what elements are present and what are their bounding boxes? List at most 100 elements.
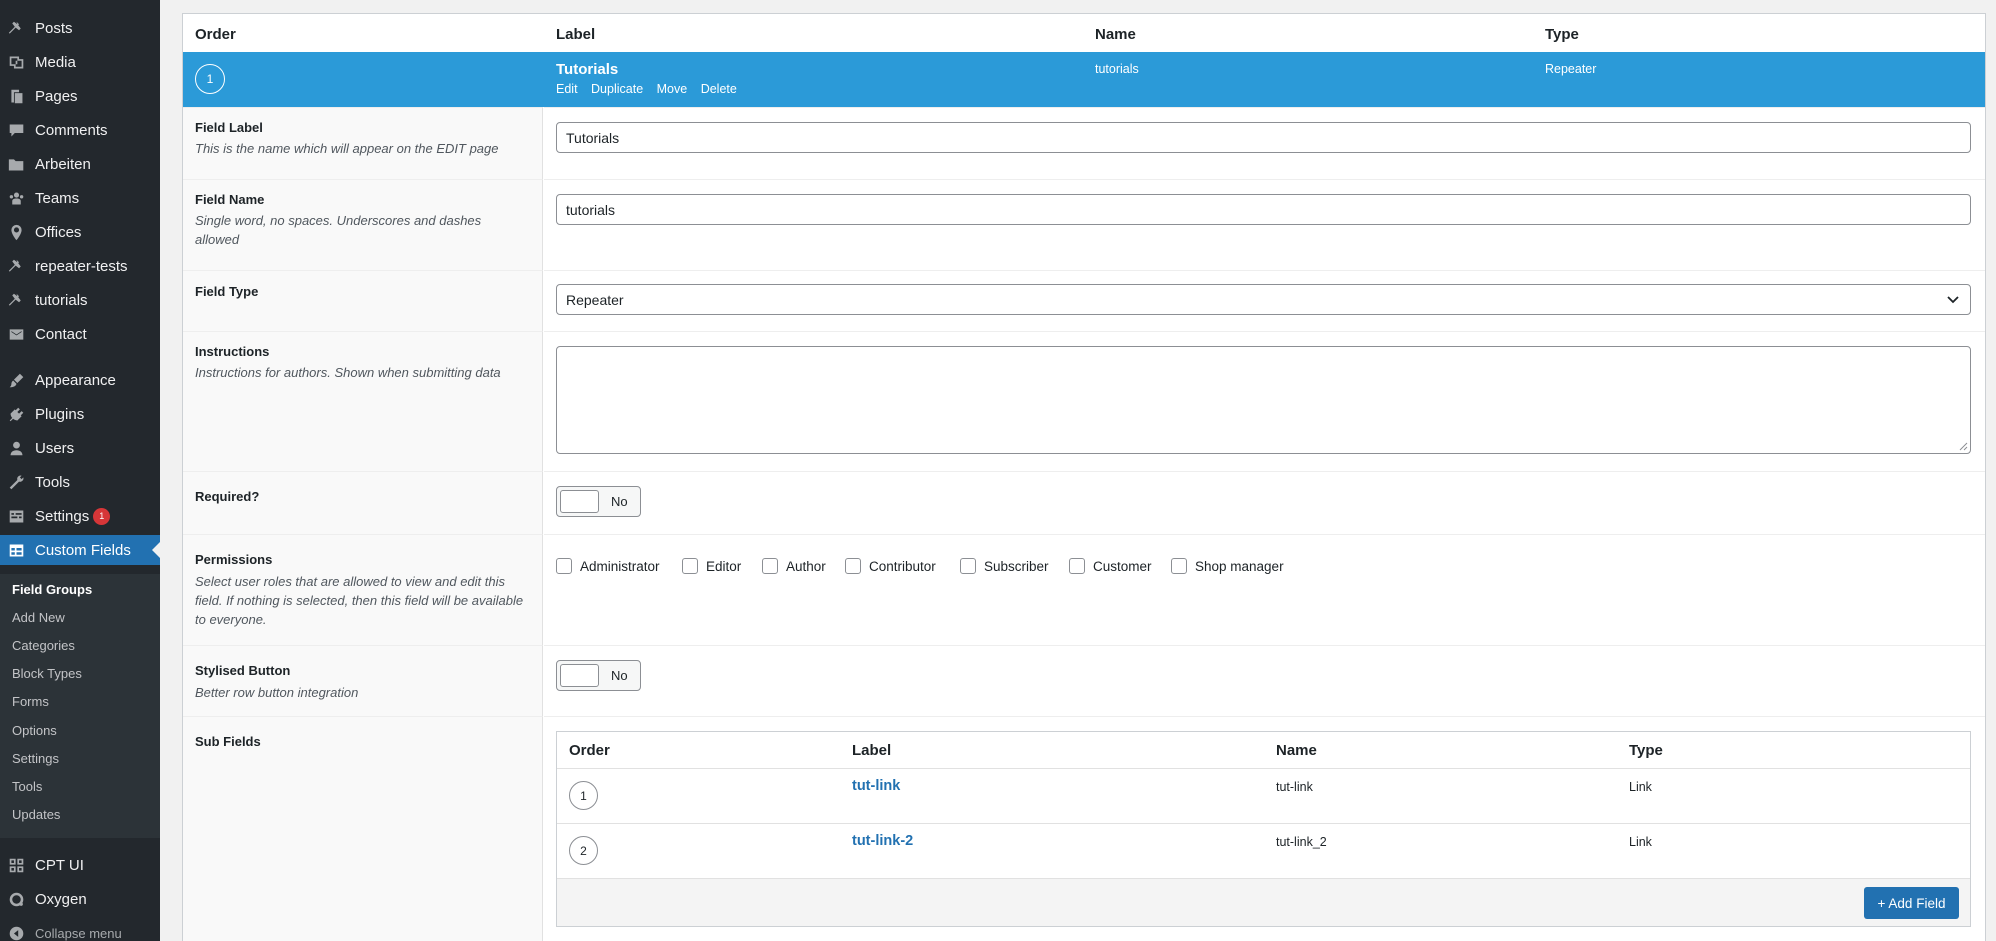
role-shop-manager[interactable]: Shop manager [1171,558,1284,574]
pages-icon [8,88,25,105]
menu-item-tools[interactable]: Tools [0,467,160,497]
menu-item-custom-fields[interactable]: Custom Fields [0,535,160,565]
edit-field-link[interactable]: Edit [556,82,578,96]
table-row[interactable]: 2 tut-link-2 tut-link_2 Link [557,823,1970,878]
column-header-type: Type [1545,26,1579,43]
checkbox[interactable] [960,558,976,574]
submenu-categories[interactable]: Categories [12,638,75,653]
instructions-title: Instructions [195,344,270,359]
delete-field-link[interactable]: Delete [701,82,737,96]
table-row[interactable]: 1 tut-link tut-link Link [557,768,1970,823]
menu-item-oxygen[interactable]: Oxygen [0,884,160,914]
field-title[interactable]: Tutorials [556,61,618,78]
setting-value-permissions: Administrator Editor Author Contributor … [544,534,1985,645]
user-icon [8,440,25,457]
menu-item-users[interactable]: Users [0,433,160,463]
settings-label: Settings [35,507,90,525]
instructions-textarea[interactable] [556,346,1971,454]
update-count-badge: 1 [93,507,111,525]
checkbox[interactable] [845,558,861,574]
submenu-field-groups[interactable]: Field Groups [12,582,92,597]
role-subscriber[interactable]: Subscriber [960,558,1049,574]
menu-item-cpt-ui[interactable]: CPT UI [0,850,160,880]
toggle-knob [560,664,599,687]
menu-item-comments[interactable]: Comments [0,115,160,145]
field-name-title: Field Name [195,192,265,207]
sub-field-label-link[interactable]: tut-link [852,778,900,794]
setting-value-required [544,471,1985,534]
menu-item-media[interactable]: Media [0,47,160,77]
permissions-description: Select user roles that are allowed to vi… [195,574,524,627]
instructions-description: Instructions for authors. Shown when sub… [195,365,501,380]
stylised-button-toggle[interactable]: No [556,660,641,691]
menu-item-contact[interactable]: Contact [0,319,160,349]
stylised-button-toggle-text: No [611,668,628,683]
sub-fields-title: Sub Fields [195,734,261,749]
grid-icon [8,857,25,874]
collapse-menu[interactable]: Collapse menu [0,918,160,941]
menu-item-teams[interactable]: Teams [0,183,160,213]
menu-item-offices[interactable]: Offices [0,217,160,247]
sub-fields-table: Order Label Name Type 1 tut-link tut-lin… [556,731,1971,927]
submenu-updates[interactable]: Updates [12,807,60,822]
field-type-cell: Repeater [1545,62,1597,76]
checkbox[interactable] [1171,558,1187,574]
submenu-block-types[interactable]: Block Types [12,666,82,681]
sub-field-name: tut-link [1276,780,1313,794]
checkbox[interactable] [682,558,698,574]
wrench-icon [8,474,25,491]
menu-item-arbeiten[interactable]: Arbeiten [0,149,160,179]
role-author[interactable]: Author [762,558,826,574]
field-row-tutorials[interactable]: 1 Tutorials Edit Duplicate Move Delete t… [183,52,1985,107]
checkbox[interactable] [762,558,778,574]
pin-icon [8,20,25,37]
menu-item-plugins[interactable]: Plugins [0,399,160,429]
checkbox[interactable] [556,558,572,574]
duplicate-field-link[interactable]: Duplicate [591,82,643,96]
setting-label-sub-fields: Sub Fields [183,716,543,941]
permission-roles: Administrator Editor Author Contributor … [556,558,1956,576]
setting-label-required: Required? [183,471,543,534]
location-icon [8,224,25,241]
resize-grip-icon[interactable] [1958,441,1968,451]
menu-item-appearance[interactable]: Appearance [0,365,160,395]
submenu-add-new[interactable]: Add New [12,610,65,625]
chevron-down-icon [1947,296,1959,304]
plugin-icon [8,406,25,423]
add-field-button[interactable]: + Add Field [1864,887,1959,919]
collapse-icon [8,925,25,941]
sub-order-badge: 1 [569,781,598,810]
field-order-badge: 1 [195,64,225,94]
required-toggle[interactable]: No [556,486,641,517]
media-icon [8,54,25,71]
sub-field-label-link[interactable]: tut-link-2 [852,833,913,849]
submenu-tools[interactable]: Tools [12,779,42,794]
field-name-input[interactable]: tutorials [556,194,1971,225]
field-group-panel: Order Label Name Type 1 Tutorials Edit D… [182,13,1986,941]
field-label-description: This is the name which will appear on th… [195,141,499,156]
field-type-select[interactable]: Repeater [556,284,1971,315]
setting-value-stylised-button [544,645,1985,716]
role-contributor[interactable]: Contributor [845,558,936,574]
menu-item-posts[interactable]: Posts [0,13,160,43]
submenu-forms[interactable]: Forms [12,694,49,709]
role-editor[interactable]: Editor [682,558,741,574]
role-customer[interactable]: Customer [1069,558,1152,574]
menu-item-tutorials[interactable]: tutorials [0,285,160,315]
checkbox[interactable] [1069,558,1085,574]
setting-label-field-name: Field Name Single word, no spaces. Under… [183,179,543,270]
role-administrator[interactable]: Administrator [556,558,660,574]
field-label-input[interactable]: Tutorials [556,122,1971,153]
menu-item-pages[interactable]: Pages [0,81,160,111]
setting-label-instructions: Instructions Instructions for authors. S… [183,331,543,471]
menu-item-settings[interactable]: Settings 1 [0,501,160,531]
column-header-label: Label [556,26,596,43]
submenu-options[interactable]: Options [12,723,57,738]
required-toggle-text: No [611,494,628,509]
move-field-link[interactable]: Move [657,82,688,96]
admin-sidebar: Posts Media Pages Comments Arbeiten Team… [0,0,160,941]
menu-item-repeater-tests[interactable]: repeater-tests [0,251,160,281]
setting-label-field-label: Field Label This is the name which will … [183,107,543,179]
submenu-settings[interactable]: Settings [12,751,59,766]
field-name-cell: tutorials [1095,62,1139,76]
